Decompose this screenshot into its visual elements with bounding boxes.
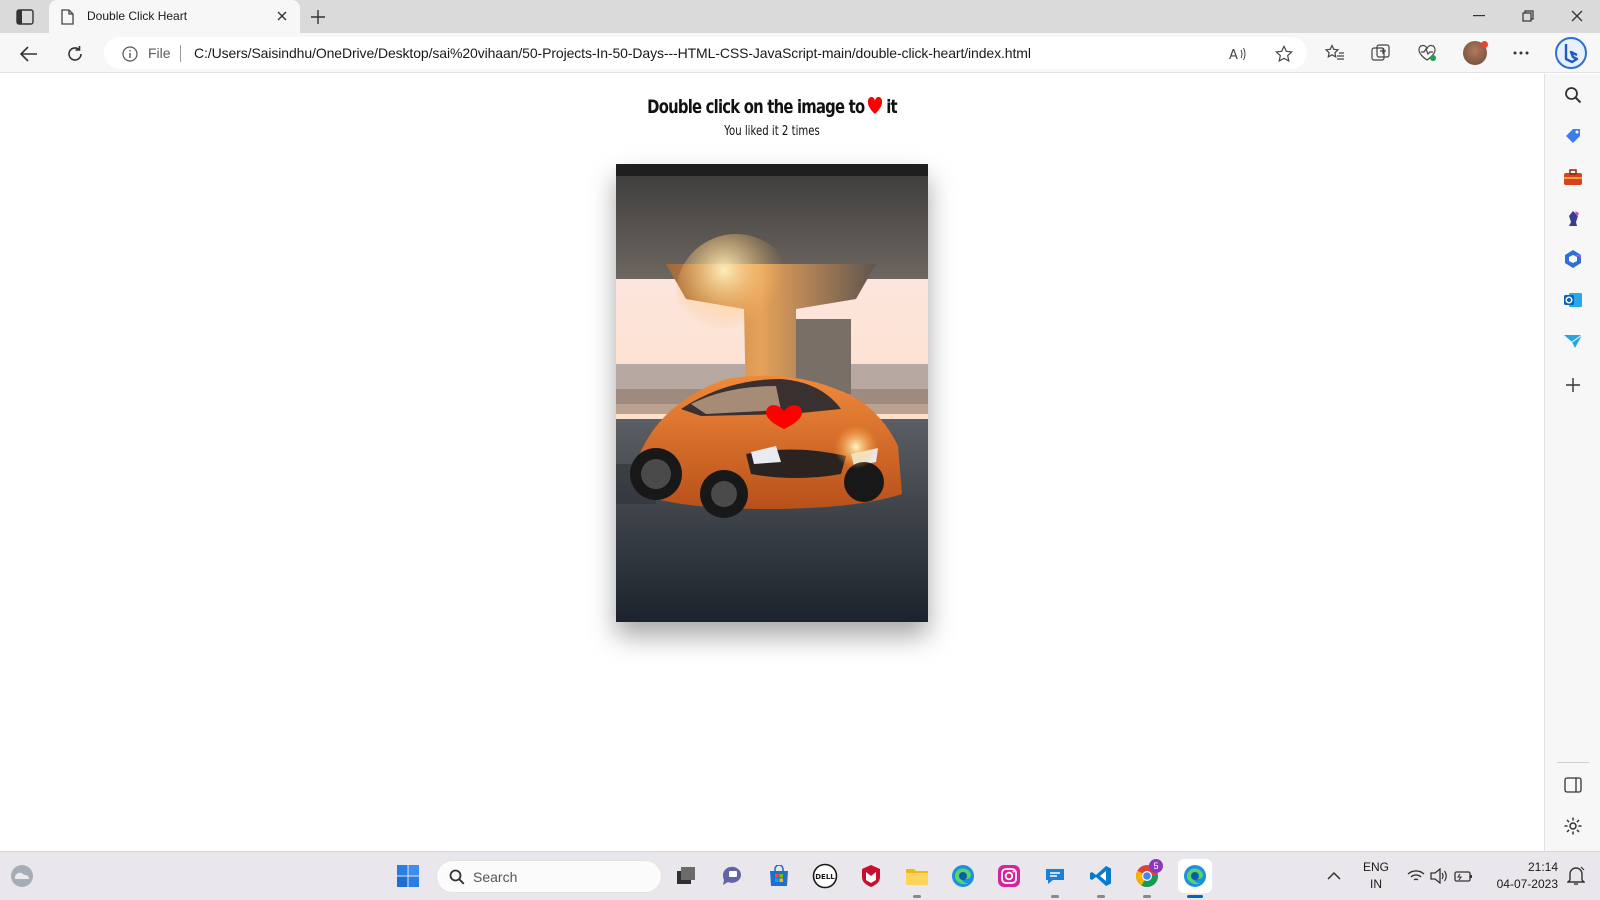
svg-text:A: A [1229, 48, 1238, 62]
vscode-running-indicator [1097, 895, 1105, 898]
close-tab-icon[interactable] [274, 8, 290, 24]
weather-widget-icon[interactable] [8, 862, 36, 890]
like-image-car[interactable] [616, 164, 928, 622]
like-count: 2 [781, 124, 789, 139]
page-title: Double click on the image to it [170, 96, 1374, 118]
title-text-before: Double click on the image to [647, 96, 865, 118]
mcafee-icon[interactable] [857, 862, 885, 890]
hide-sidebar-icon[interactable] [1562, 774, 1584, 796]
tab-actions-icon[interactable] [14, 7, 36, 27]
svg-text:DELL: DELL [815, 873, 835, 881]
minimize-icon[interactable] [1464, 4, 1494, 28]
task-view-icon[interactable] [672, 862, 700, 890]
bing-chat-icon[interactable] [1553, 35, 1589, 71]
teams-chat-icon[interactable] [719, 862, 747, 890]
collections-icon[interactable] [1370, 42, 1392, 64]
windows-taskbar: Search DELL 5 ENG IN 21:14 04-07-2023 [0, 851, 1600, 900]
volume-icon[interactable] [1425, 862, 1453, 890]
microsoft-store-icon[interactable] [765, 862, 793, 890]
clock-time[interactable]: 21:14 [1484, 860, 1558, 874]
sidebar-divider [1557, 762, 1589, 763]
more-options-icon[interactable] [1510, 42, 1532, 64]
drop-send-icon[interactable] [1562, 330, 1584, 352]
counter-suffix: times [791, 124, 820, 139]
shopping-tag-icon[interactable] [1562, 125, 1584, 147]
tab-active[interactable]: Double Click Heart [49, 0, 300, 33]
windows-start-icon[interactable] [394, 862, 422, 890]
notification-bell-icon[interactable] [1562, 862, 1590, 890]
microsoft-365-icon[interactable] [1562, 248, 1584, 270]
settings-gear-icon[interactable] [1562, 815, 1584, 837]
search-icon [449, 869, 465, 889]
favorites-icon[interactable] [1324, 42, 1346, 64]
show-hidden-icons-chevron[interactable] [1320, 862, 1348, 890]
file-scheme-label: File [148, 45, 171, 61]
favorite-star-icon[interactable] [1274, 44, 1294, 64]
games-icon[interactable] [1562, 207, 1584, 229]
language-label[interactable]: ENG [1358, 860, 1394, 874]
page-icon [61, 9, 74, 29]
search-icon[interactable] [1562, 84, 1584, 106]
clock-date[interactable]: 04-07-2023 [1484, 877, 1558, 891]
edge-active-icon[interactable] [1178, 859, 1212, 893]
read-aloud-icon[interactable]: A [1228, 44, 1248, 64]
battery-icon[interactable] [1450, 862, 1478, 890]
tab-strip: Double Click Heart [0, 0, 1600, 33]
heart-icon [867, 96, 883, 115]
add-sidebar-app-icon[interactable] [1562, 374, 1584, 396]
edge-running-indicator [1187, 895, 1203, 898]
taskbar-search[interactable]: Search [436, 860, 662, 893]
search-placeholder: Search [473, 869, 518, 885]
chat-app-running-indicator [1051, 895, 1059, 898]
tab-title: Double Click Heart [87, 9, 188, 23]
url-text[interactable]: C:/Users/Saisindhu/OneDrive/Desktop/sai%… [194, 45, 1031, 61]
region-label[interactable]: IN [1358, 877, 1394, 891]
page-viewport: Double click on the image to it You liked… [0, 74, 1544, 851]
explorer-running-indicator [913, 895, 921, 898]
new-tab-button[interactable] [306, 5, 330, 29]
refresh-button[interactable] [62, 41, 88, 67]
chat-bubble-app-icon[interactable] [1041, 862, 1069, 890]
dell-app-icon[interactable]: DELL [811, 862, 839, 890]
back-button[interactable] [16, 41, 42, 67]
chrome-running-indicator [1143, 895, 1151, 898]
edge-sidebar [1544, 74, 1600, 851]
address-separator [180, 45, 181, 62]
browser-toolbar: File C:/Users/Saisindhu/OneDrive/Desktop… [0, 33, 1600, 73]
like-counter: You liked it 2 times [170, 124, 1374, 139]
file-explorer-icon[interactable] [903, 862, 931, 890]
info-icon[interactable] [122, 46, 138, 66]
browser-essentials-icon[interactable] [1416, 42, 1438, 64]
close-window-icon[interactable] [1562, 4, 1592, 28]
outlook-icon[interactable] [1562, 289, 1584, 311]
edge-icon[interactable] [949, 862, 977, 890]
address-bar[interactable]: File C:/Users/Saisindhu/OneDrive/Desktop… [104, 37, 1307, 69]
chrome-profile-badge: 5 [1149, 859, 1163, 873]
profile-notification-dot [1481, 41, 1488, 48]
restore-icon[interactable] [1513, 4, 1543, 28]
vscode-icon[interactable] [1087, 862, 1115, 890]
instagram-icon[interactable] [995, 862, 1023, 890]
title-text-after: it [886, 96, 897, 118]
tools-briefcase-icon[interactable] [1562, 166, 1584, 188]
counter-prefix: You liked it [724, 124, 779, 139]
